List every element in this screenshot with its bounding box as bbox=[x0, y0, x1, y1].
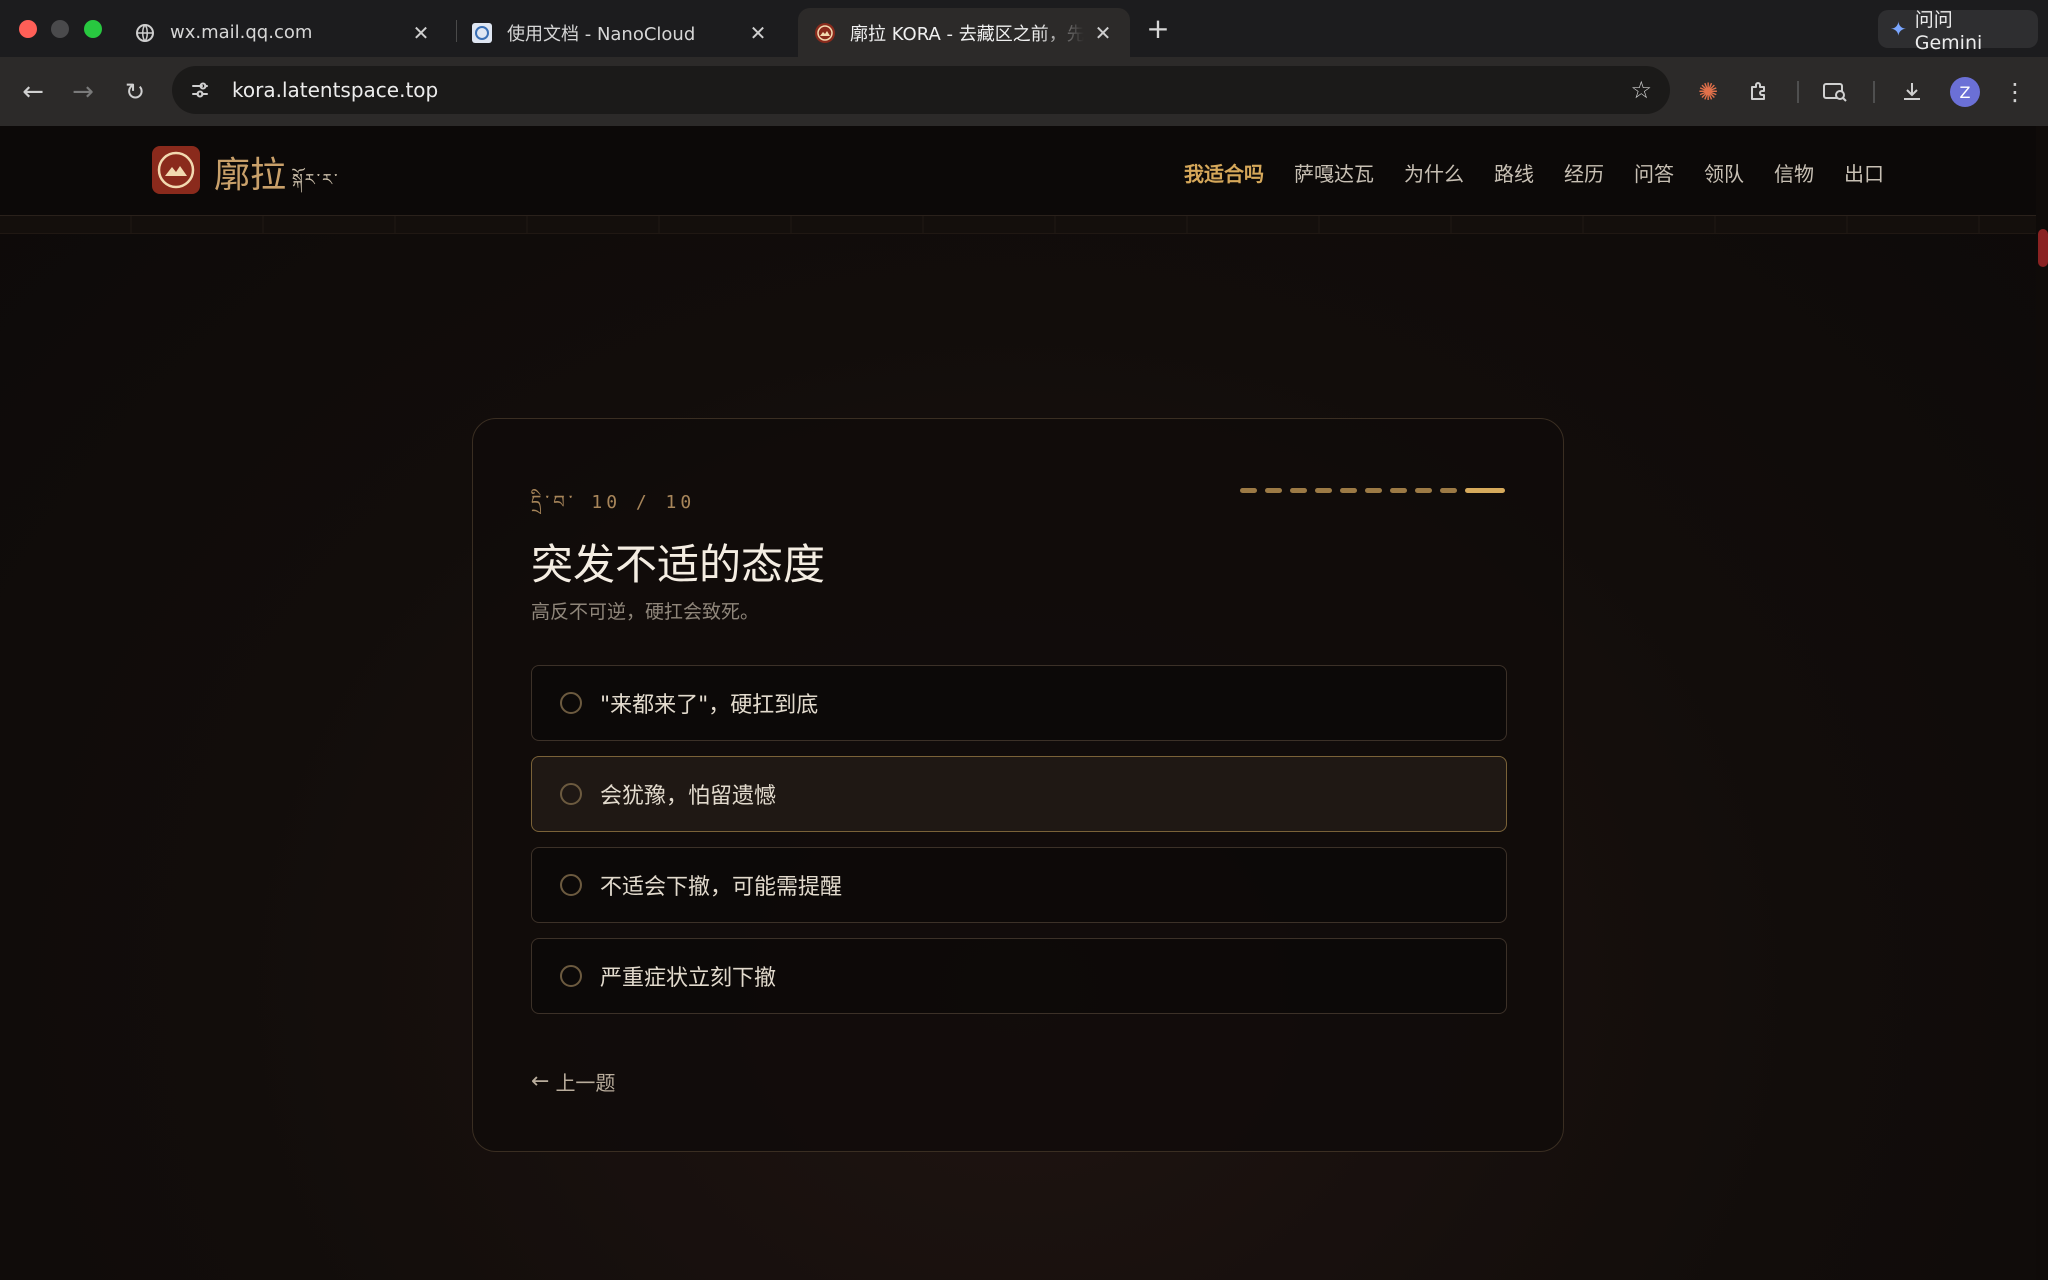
nav-item-token[interactable]: 信物 bbox=[1774, 158, 1814, 187]
radio-circle-icon[interactable] bbox=[560, 783, 582, 805]
answer-option-3[interactable]: 不适会下撤，可能需提醒 bbox=[531, 847, 1507, 923]
tab-close-icon[interactable]: ✕ bbox=[410, 21, 432, 45]
nav-item-why[interactable]: 为什么 bbox=[1404, 158, 1464, 187]
cast-search-icon[interactable] bbox=[1818, 75, 1852, 109]
toolbar-separator bbox=[1873, 81, 1875, 103]
question-title: 突发不适的态度 bbox=[531, 540, 826, 589]
gemini-sparkle-icon: ✦ bbox=[1890, 17, 1907, 41]
browser-tab-nanocloud[interactable]: 使用文档 - NanoCloud ✕ bbox=[455, 8, 785, 57]
ask-gemini-button[interactable]: ✦ 问问 Gemini bbox=[1878, 9, 2038, 54]
progress-segment bbox=[1290, 488, 1307, 493]
nav-item-experience[interactable]: 经历 bbox=[1564, 158, 1604, 187]
progress-segment bbox=[1415, 488, 1432, 493]
site-header: 廓拉 སྐོར་ར་ 我适合吗 萨嘎达瓦 为什么 路线 经历 问答 领队 信物 … bbox=[0, 126, 2036, 216]
kora-icon bbox=[814, 22, 836, 44]
progress-segment bbox=[1240, 488, 1257, 493]
answer-option-2[interactable]: 会犹豫，怕留遗憾 bbox=[531, 756, 1507, 832]
nav-item-faq[interactable]: 问答 bbox=[1634, 158, 1674, 187]
header-pattern-stripe bbox=[0, 216, 2036, 234]
site-info-icon[interactable] bbox=[182, 72, 218, 108]
nav-item-guide[interactable]: 领队 bbox=[1704, 158, 1744, 187]
answer-label: "来都来了"，硬扛到底 bbox=[600, 693, 819, 718]
radio-circle-icon[interactable] bbox=[560, 874, 582, 896]
answer-label: 严重症状立刻下撤 bbox=[600, 966, 777, 991]
window-zoom-button[interactable] bbox=[84, 20, 102, 38]
url-text[interactable]: kora.latentspace.top bbox=[232, 78, 438, 102]
left-arrow-icon: ← bbox=[531, 1069, 550, 1094]
tab-close-icon[interactable]: ✕ bbox=[747, 21, 769, 45]
answer-label: 会犹豫，怕留遗憾 bbox=[600, 784, 777, 809]
tab-title: 使用文档 - NanoCloud bbox=[507, 23, 696, 45]
site-nav: 我适合吗 萨嘎达瓦 为什么 路线 经历 问答 领队 信物 出口 bbox=[1154, 158, 1884, 187]
new-tab-plus-icon[interactable]: + bbox=[1144, 12, 1172, 45]
window-close-button[interactable] bbox=[19, 20, 37, 38]
previous-question-label: 上一题 bbox=[555, 1071, 616, 1095]
progress-segment bbox=[1315, 488, 1332, 493]
address-bar[interactable]: kora.latentspace.top ☆ bbox=[172, 66, 1670, 114]
progress-segment bbox=[1340, 488, 1357, 493]
site-logo-title[interactable]: 廓拉 bbox=[214, 146, 286, 198]
nav-item-exit[interactable]: 出口 bbox=[1844, 158, 1884, 187]
back-arrow-icon[interactable]: ← bbox=[16, 75, 50, 109]
quiz-card: དྲི་བ་ 10 / 10 突发不适的态度 高反不可逆，硬扛会致死。 "来都来… bbox=[472, 418, 1564, 1152]
browser-tab-strip: wx.mail.qq.com ✕ 使用文档 - NanoCloud ✕ 廓拉 K… bbox=[0, 0, 2048, 57]
site-logo-tibetan: སྐོར་ར་ bbox=[292, 170, 340, 189]
page-scrollbar[interactable] bbox=[2036, 126, 2048, 1280]
progress-segment bbox=[1265, 488, 1282, 493]
progress-segment bbox=[1440, 488, 1457, 493]
radio-circle-icon[interactable] bbox=[560, 692, 582, 714]
tab-title: 廓拉 KORA - 去藏区之前，先学 bbox=[850, 23, 1084, 45]
extensions-puzzle-icon[interactable] bbox=[1742, 75, 1776, 109]
browser-tab-mail[interactable]: wx.mail.qq.com ✕ bbox=[118, 8, 448, 57]
answer-options: "来都来了"，硬扛到底 会犹豫，怕留遗憾 不适会下撤，可能需提醒 严重症状立刻下… bbox=[531, 665, 1507, 1029]
kora-logo-icon[interactable] bbox=[152, 146, 200, 194]
nav-item-saga-dawa[interactable]: 萨嘎达瓦 bbox=[1294, 158, 1374, 187]
reload-icon[interactable]: ↻ bbox=[118, 75, 152, 109]
answer-option-1[interactable]: "来都来了"，硬扛到底 bbox=[531, 665, 1507, 741]
forward-arrow-icon[interactable]: → bbox=[66, 75, 100, 109]
page-scrollbar-thumb[interactable] bbox=[2038, 229, 2048, 267]
globe-icon bbox=[134, 22, 156, 44]
nanocloud-icon bbox=[471, 22, 493, 44]
gemini-label: 问问 Gemini bbox=[1914, 8, 1983, 54]
answer-option-4[interactable]: 严重症状立刻下撤 bbox=[531, 938, 1507, 1014]
question-subtitle: 高反不可逆，硬扛会致死。 bbox=[531, 601, 760, 623]
claude-extension-icon[interactable]: ✺ bbox=[1691, 75, 1725, 109]
browser-tab-kora[interactable]: 廓拉 KORA - 去藏区之前，先学 ✕ bbox=[798, 8, 1130, 57]
more-menu-icon[interactable]: ⋮ bbox=[1998, 75, 2032, 109]
tab-title: wx.mail.qq.com bbox=[170, 22, 313, 43]
progress-segment bbox=[1465, 488, 1505, 493]
previous-question-button[interactable]: ← 上一题 bbox=[531, 1067, 615, 1096]
bookmark-star-icon[interactable]: ☆ bbox=[1630, 76, 1652, 104]
progress-segment bbox=[1390, 488, 1407, 493]
quiz-progress bbox=[1232, 488, 1505, 493]
answer-label: 不适会下撤，可能需提醒 bbox=[600, 875, 843, 900]
nav-item-route[interactable]: 路线 bbox=[1494, 158, 1534, 187]
radio-circle-icon[interactable] bbox=[560, 965, 582, 987]
question-counter: དྲི་བ་ 10 / 10 bbox=[531, 492, 696, 513]
tab-close-icon[interactable]: ✕ bbox=[1092, 21, 1114, 45]
browser-toolbar: ← → ↻ kora.latentspace.top ☆ ✺ ⋮ bbox=[0, 57, 2048, 126]
progress-segment bbox=[1365, 488, 1382, 493]
nav-item-suitability[interactable]: 我适合吗 bbox=[1184, 158, 1264, 187]
profile-avatar[interactable]: Z bbox=[1950, 77, 1980, 107]
download-icon[interactable] bbox=[1895, 75, 1929, 109]
page-viewport: 廓拉 སྐོར་ར་ 我适合吗 萨嘎达瓦 为什么 路线 经历 问答 领队 信物 … bbox=[0, 126, 2036, 1280]
toolbar-separator bbox=[1797, 81, 1799, 103]
window-minimize-button[interactable] bbox=[51, 20, 69, 38]
